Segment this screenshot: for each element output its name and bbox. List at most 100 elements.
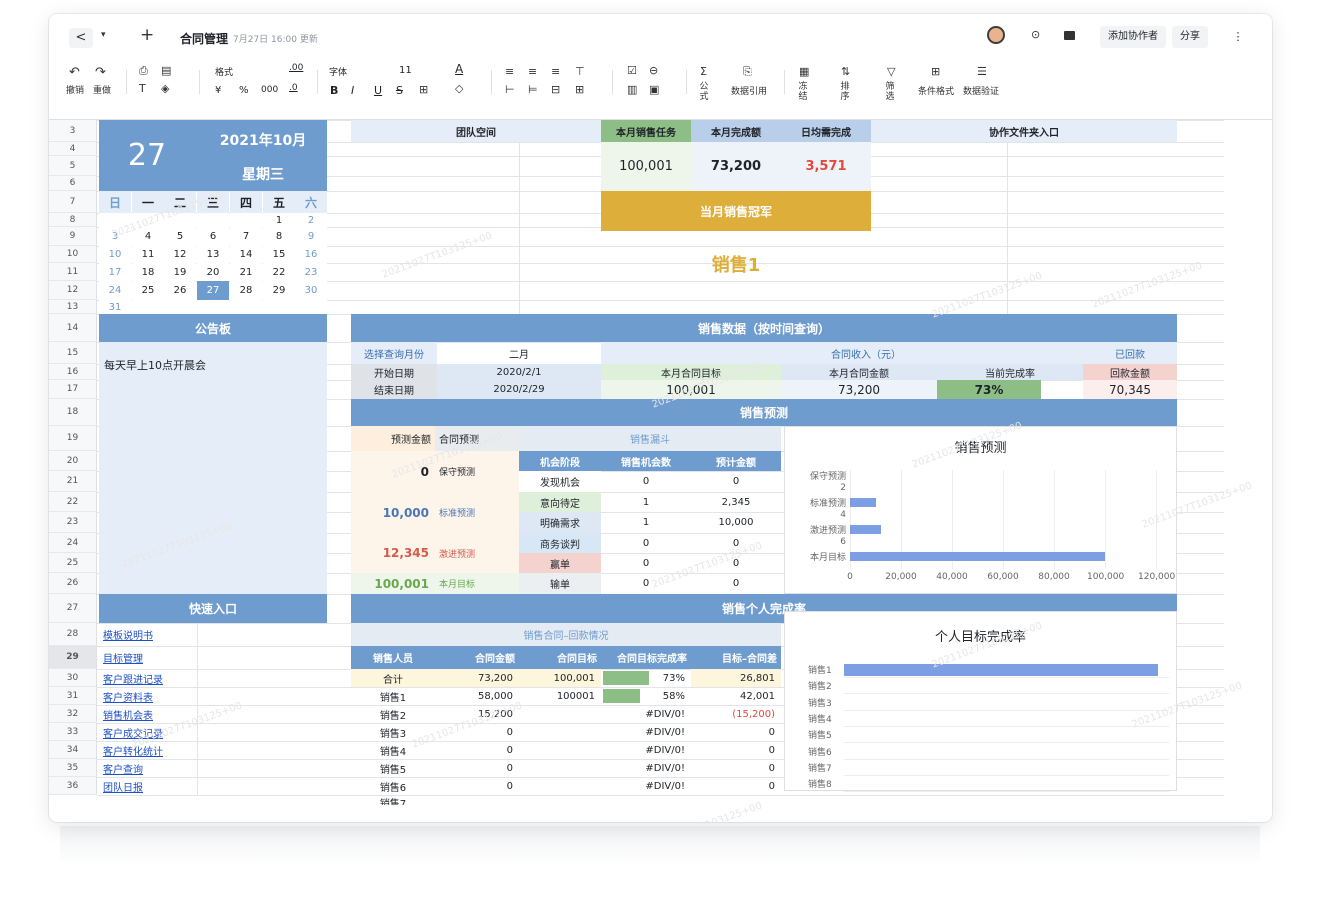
align-center-icon[interactable]: ≡	[528, 66, 537, 77]
italic-button[interactable]: I	[351, 84, 354, 97]
wrap-icon[interactable]: ⊨	[528, 84, 538, 95]
calendar-date[interactable]: 2	[295, 213, 327, 227]
underline-button[interactable]: U	[374, 84, 382, 97]
data-valid-icon[interactable]: ☰	[977, 66, 987, 77]
row-header[interactable]: 34	[49, 741, 97, 759]
calendar-date[interactable]: 14	[230, 246, 262, 263]
calendar-date[interactable]: 5	[164, 227, 196, 246]
calendar-date[interactable]	[132, 213, 164, 227]
print-icon[interactable]: ⎙	[139, 65, 148, 76]
calendar-date[interactable]: 23	[295, 263, 327, 281]
calendar-date[interactable]: 20	[197, 263, 229, 281]
present-icon[interactable]: ⊙	[1031, 29, 1040, 40]
quick-link[interactable]: 客户资料表	[99, 687, 197, 705]
sort-icon[interactable]: ⇅	[841, 66, 850, 77]
quick-link[interactable]: 销售机会表	[99, 705, 197, 723]
more-icon[interactable]: ⋮	[1227, 26, 1249, 48]
fill-color-icon[interactable]: ◇	[455, 83, 463, 94]
calendar-date[interactable]	[197, 300, 229, 314]
quick-link[interactable]: 目标管理	[99, 646, 197, 669]
calendar-date[interactable]: 12	[164, 246, 196, 263]
row-header[interactable]: 26	[49, 573, 97, 594]
calendar-date[interactable]: 18	[132, 263, 164, 281]
row-header[interactable]: 11	[49, 263, 97, 281]
calendar-date[interactable]: 7	[230, 227, 262, 246]
calendar-date[interactable]: 3	[99, 227, 131, 246]
month-select[interactable]: 二月	[437, 342, 601, 364]
undo-icon[interactable]: ↶	[69, 66, 80, 79]
row-header[interactable]: 15	[49, 342, 97, 364]
checkbox-icon[interactable]: ☑	[627, 65, 637, 76]
strikethrough-button[interactable]: S	[396, 84, 403, 97]
calendar-date[interactable]: 4	[132, 227, 164, 246]
valign-icon[interactable]: ⊤	[575, 66, 585, 77]
add-collaborator-button[interactable]: 添加协作者	[1100, 26, 1166, 48]
decimals-button[interactable]: .00	[289, 63, 303, 73]
row-header[interactable]: 19	[49, 426, 97, 451]
calendar-date[interactable]: 8	[263, 227, 295, 246]
row-header[interactable]: 32	[49, 705, 97, 723]
row-header[interactable]: 35	[49, 759, 97, 777]
calendar-date[interactable]	[230, 300, 262, 314]
quick-link[interactable]: 模板说明书	[99, 623, 197, 646]
row-header[interactable]: 21	[49, 471, 97, 492]
currency-button[interactable]: ¥	[215, 85, 221, 96]
calendar-date[interactable]: 21	[230, 263, 262, 281]
row-header[interactable]: 25	[49, 553, 97, 573]
row-header[interactable]: 12	[49, 281, 97, 300]
calendar-date[interactable]: 26	[164, 281, 196, 300]
sort-label[interactable]: 排序	[838, 82, 852, 103]
row-header[interactable]: 10	[49, 246, 97, 263]
calendar-date[interactable]: 10	[99, 246, 131, 263]
cell-split-icon[interactable]: ⊞	[575, 84, 584, 95]
share-button[interactable]: 分享	[1172, 26, 1208, 48]
row-header[interactable]: 7	[49, 191, 97, 213]
calendar-date[interactable]: 24	[99, 281, 131, 300]
calendar-date[interactable]: 25	[132, 281, 164, 300]
chart-icon[interactable]: ▥	[627, 84, 637, 95]
freeze-label[interactable]: 冻结	[796, 82, 810, 103]
calendar-date[interactable]: 11	[132, 246, 164, 263]
row-header[interactable]: 20	[49, 451, 97, 471]
calendar-date[interactable]: 13	[197, 246, 229, 263]
align-left-icon[interactable]: ≡	[505, 66, 514, 77]
overflow-icon[interactable]: ⊟	[551, 84, 560, 95]
calendar-date[interactable]: 28	[230, 281, 262, 300]
add-icon[interactable]: +	[140, 27, 154, 44]
thousands-button[interactable]: 000	[261, 85, 278, 95]
quick-link[interactable]: 客户查询	[99, 759, 197, 777]
link-icon[interactable]: ⊖	[649, 65, 658, 76]
row-header[interactable]: 28	[49, 623, 97, 646]
row-header[interactable]: 36	[49, 777, 97, 795]
align-right-icon[interactable]: ≡	[551, 66, 560, 77]
back-icon[interactable]: <	[69, 28, 93, 48]
row-header[interactable]: 33	[49, 723, 97, 741]
row-header[interactable]: 30	[49, 669, 97, 687]
end-value[interactable]: 2020/2/29	[437, 380, 601, 399]
comment-icon[interactable]	[1064, 31, 1075, 40]
calendar-date[interactable]: 17	[99, 263, 131, 281]
calendar-date[interactable]: 1	[263, 213, 295, 227]
decimals-decrease-button[interactable]: .0	[289, 83, 298, 93]
calendar-date[interactable]: 31	[99, 300, 131, 314]
font-size-select[interactable]: 11	[399, 65, 412, 76]
cond-format-icon[interactable]: ⊞	[931, 66, 940, 77]
row-header[interactable]: 6	[49, 176, 97, 191]
percent-button[interactable]: %	[239, 85, 249, 96]
dropdown-icon[interactable]: ▾	[101, 31, 106, 40]
redo-icon[interactable]: ↷	[95, 66, 106, 79]
quick-link[interactable]: 客户转化统计	[99, 741, 197, 759]
clipboard-icon[interactable]: ▤	[161, 65, 171, 76]
calendar-date[interactable]	[132, 300, 164, 314]
calendar-date[interactable]	[295, 300, 327, 314]
undo-label[interactable]: 撤销	[66, 86, 84, 96]
row-header[interactable]: 8	[49, 213, 97, 227]
calendar-date[interactable]	[263, 300, 295, 314]
formula-label[interactable]: 公式	[697, 82, 711, 103]
cond-format-label[interactable]: 条件格式	[918, 87, 954, 97]
row-header[interactable]: 18	[49, 399, 97, 426]
calendar-date[interactable]	[197, 213, 229, 227]
merge-icon[interactable]: ⊢	[505, 84, 515, 95]
filter-icon[interactable]: ▽	[887, 66, 895, 77]
quick-link[interactable]: 团队日报	[99, 777, 197, 795]
